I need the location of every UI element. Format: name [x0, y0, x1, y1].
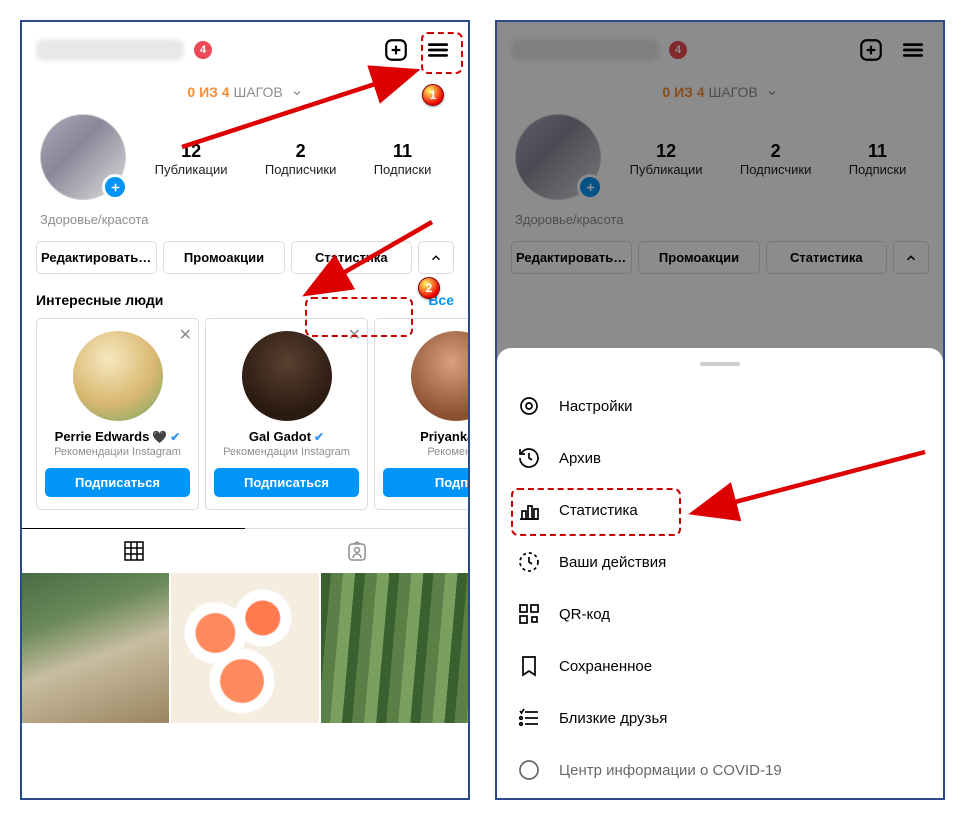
post-thumbnail[interactable] — [22, 573, 169, 723]
menu-label: Сохраненное — [559, 658, 652, 675]
avatar-wrap[interactable] — [40, 114, 130, 204]
menu-button[interactable] — [422, 34, 454, 66]
bio-category: Здоровье/красота — [22, 204, 468, 241]
steps-label: ШАГОВ — [233, 84, 282, 100]
list-icon — [517, 706, 541, 730]
promo-button[interactable]: Промоакции — [163, 241, 284, 274]
menu-label: Архив — [559, 450, 601, 467]
stat-label: Подписки — [374, 162, 432, 177]
suggestion-sub: Рекоменда — [383, 446, 468, 458]
suggestion-sub: Рекомендации Instagram — [214, 446, 359, 458]
chart-icon — [517, 498, 541, 522]
suggestion-avatar[interactable] — [73, 331, 163, 421]
stat-num: 11 — [374, 141, 432, 162]
sheet-handle[interactable] — [700, 362, 740, 366]
profile-tabs — [22, 528, 468, 573]
header: 4 — [22, 22, 468, 78]
suggestion-card: ✕ Gal Gadot✔ Рекомендации Instagram Подп… — [205, 318, 368, 510]
menu-settings[interactable]: Настройки — [497, 380, 943, 432]
close-icon[interactable]: ✕ — [179, 325, 192, 345]
create-button[interactable] — [380, 34, 412, 66]
suggestions-row: ✕ Perrie Edwards🖤✔ Рекомендации Instagra… — [22, 318, 468, 510]
steps-progress[interactable]: 0 ИЗ 4 ШАГОВ — [22, 78, 468, 114]
suggestion-sub: Рекомендации Instagram — [45, 446, 190, 458]
qr-icon — [517, 602, 541, 626]
menu-insights[interactable]: Статистика — [497, 484, 943, 536]
profile-row: 12 Публикации 2 Подписчики 11 Подписки — [22, 114, 468, 204]
verified-icon: ✔ — [170, 430, 180, 444]
suggestion-avatar[interactable] — [411, 331, 469, 421]
menu-archive[interactable]: Архив — [497, 432, 943, 484]
menu-screen: 4 0 ИЗ 4 ШАГОВ 12Публикации 2Подписчики … — [495, 20, 945, 800]
suggestion-avatar[interactable] — [242, 331, 332, 421]
stat-label: Публикации — [155, 162, 228, 177]
suggestion-card: Priyanka Cl Рекоменда Подпи — [374, 318, 468, 510]
menu-qr[interactable]: QR-код — [497, 588, 943, 640]
follow-button[interactable]: Подпи — [383, 468, 468, 497]
expand-button[interactable] — [418, 241, 454, 274]
annotation-callout-2: 2 — [418, 277, 440, 299]
annotation-callout-1: 1 — [422, 84, 444, 106]
menu-covid[interactable]: Центр информации о COVID-19 — [497, 744, 943, 796]
post-thumbnail[interactable] — [171, 573, 318, 723]
posts-grid — [22, 573, 468, 723]
stat-followers[interactable]: 2 Подписчики — [265, 141, 337, 177]
menu-close-friends[interactable]: Близкие друзья — [497, 692, 943, 744]
suggestions-title: Интересные люди — [36, 292, 163, 308]
suggestion-name: Gal Gadot✔ — [214, 429, 359, 444]
action-buttons: Редактировать про... Промоакции Статисти… — [22, 241, 468, 274]
tab-tagged[interactable] — [245, 529, 468, 573]
menu-label: Статистика — [559, 502, 638, 519]
menu-saved[interactable]: Сохраненное — [497, 640, 943, 692]
suggestion-name: Priyanka Cl — [383, 429, 468, 444]
menu-activity[interactable]: Ваши действия — [497, 536, 943, 588]
close-icon[interactable]: ✕ — [348, 325, 361, 345]
bottom-sheet: Настройки Архив Статистика Ваши действия… — [497, 348, 943, 798]
menu-label: Близкие друзья — [559, 710, 667, 727]
info-icon — [517, 758, 541, 782]
follow-button[interactable]: Подписаться — [45, 468, 190, 497]
stat-label: Подписчики — [265, 162, 337, 177]
follow-button[interactable]: Подписаться — [214, 468, 359, 497]
suggestions-header: Интересные люди Все — [22, 274, 468, 318]
stat-posts[interactable]: 12 Публикации — [155, 141, 228, 177]
post-thumbnail[interactable] — [321, 573, 468, 723]
menu-label: Ваши действия — [559, 554, 666, 571]
menu-label: QR-код — [559, 606, 610, 623]
edit-profile-button[interactable]: Редактировать про... — [36, 241, 157, 274]
stat-num: 2 — [265, 141, 337, 162]
tab-grid[interactable] — [22, 528, 245, 573]
profile-screen: 4 0 ИЗ 4 ШАГОВ 12 Публикации 2 Подпи — [20, 20, 470, 800]
bookmark-icon — [517, 654, 541, 678]
menu-label: Настройки — [559, 398, 633, 415]
stat-following[interactable]: 11 Подписки — [374, 141, 432, 177]
suggestion-name: Perrie Edwards🖤✔ — [45, 429, 190, 444]
archive-icon — [517, 446, 541, 470]
suggestion-card: ✕ Perrie Edwards🖤✔ Рекомендации Instagra… — [36, 318, 199, 510]
steps-count: 0 ИЗ 4 — [187, 84, 229, 100]
stats-button[interactable]: Статистика — [291, 241, 412, 274]
verified-icon: ✔ — [314, 430, 324, 444]
activity-icon — [517, 550, 541, 574]
stat-num: 12 — [155, 141, 228, 162]
add-story-badge[interactable] — [102, 174, 128, 200]
menu-label: Центр информации о COVID-19 — [559, 762, 782, 779]
gear-icon — [517, 394, 541, 418]
stats: 12 Публикации 2 Подписчики 11 Подписки — [136, 141, 450, 177]
notification-badge: 4 — [194, 41, 212, 59]
username-blur — [36, 39, 184, 61]
